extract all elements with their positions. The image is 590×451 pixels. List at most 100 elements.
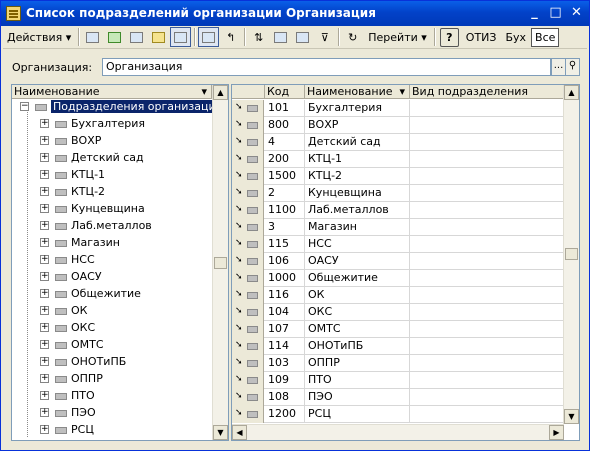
col-kind-header[interactable]: Вид подразделения [410,85,566,99]
table-row[interactable]: ➘ 115 НСС [232,236,566,253]
filter-value-icon[interactable] [270,27,291,47]
scroll-up-icon[interactable]: ▲ [564,85,579,100]
name-cell: НСС [305,236,410,253]
row-marker: ➘ [232,134,264,151]
row-marker: ➘ [232,253,264,270]
table-row[interactable]: ➘ 800 ВОХР [232,117,566,134]
all-button[interactable]: Все [531,27,560,47]
add-group-icon[interactable] [104,27,125,47]
table-row[interactable]: ➘ 114 ОНОТиПБ [232,338,566,355]
actions-menu[interactable]: Действия ▾ [3,28,75,47]
buh-button[interactable]: Бух [501,28,530,47]
tree-header[interactable]: Наименование ▾ [12,85,212,99]
name-cell: ПЭО [305,389,410,406]
table-row[interactable]: ➘ 1000 Общежитие [232,270,566,287]
name-cell: КТЦ-2 [305,168,410,185]
scroll-thumb[interactable] [565,248,578,260]
table-row[interactable]: ➘ 4 Детский сад [232,134,566,151]
delete-mark-icon[interactable] [148,27,169,47]
kind-cell [410,168,566,185]
expand-icon[interactable]: + [40,289,49,298]
code-cell: 1000 [265,270,305,287]
arrow-icon: ➘ [235,221,243,231]
minimize-button[interactable]: _ [525,4,544,23]
table-row[interactable]: ➘ 3 Магазин [232,219,566,236]
grid-scrollbar[interactable]: ▲ ▼ [563,85,579,424]
sort-icon[interactable]: ⇅ [248,27,269,47]
close-button[interactable]: ✕ [567,4,586,23]
collapse-icon[interactable]: − [20,102,29,111]
folder-icon [247,105,258,112]
folder-icon [55,324,67,332]
expand-icon[interactable]: + [40,255,49,264]
expand-icon[interactable]: + [40,391,49,400]
table-row[interactable]: ➘ 116 ОК [232,287,566,304]
expand-icon[interactable]: + [40,323,49,332]
expand-icon[interactable]: + [40,136,49,145]
expand-icon[interactable]: + [40,170,49,179]
expand-icon[interactable]: + [40,425,49,434]
tree-item-label: ОК [71,304,88,317]
table-row[interactable]: ➘ 1200 РСЦ [232,406,566,423]
title-bar[interactable]: Список подразделений организации Организ… [1,1,589,26]
scroll-down-icon[interactable]: ▼ [213,425,228,440]
scroll-down-icon[interactable]: ▼ [564,409,579,424]
table-row[interactable]: ➘ 1100 Лаб.металлов [232,202,566,219]
level-up-icon[interactable]: ↰ [220,27,241,47]
expand-icon[interactable]: + [40,306,49,315]
copy-icon[interactable] [126,27,147,47]
table-row[interactable]: ➘ 103 ОППР [232,355,566,372]
col-name-header[interactable]: Наименование ▾ [305,85,410,99]
code-cell: 2 [265,185,305,202]
hierarchy-icon[interactable] [198,27,220,47]
search-icon[interactable]: ⚲ [565,58,580,76]
table-row[interactable]: ➘ 1500 КТЦ-2 [232,168,566,185]
add-icon[interactable] [82,27,103,47]
scroll-up-icon[interactable]: ▲ [213,85,228,100]
scroll-right-icon[interactable]: ▶ [549,425,564,440]
name-cell: ВОХР [305,117,410,134]
expand-icon[interactable]: + [40,204,49,213]
col-code-header[interactable]: Код [265,85,305,99]
arrow-icon: ➘ [235,391,243,401]
otiz-button[interactable]: ОТИЗ [462,28,501,47]
expand-icon[interactable]: + [40,408,49,417]
expand-icon[interactable]: + [40,119,49,128]
filter-dropdown-icon[interactable] [292,27,313,47]
expand-icon[interactable]: + [40,221,49,230]
folder-icon [55,426,67,434]
help-button[interactable]: ? [439,27,459,47]
organization-field[interactable]: Организация [102,58,551,76]
scroll-left-icon[interactable]: ◀ [232,425,247,440]
table-row[interactable]: ➘ 104 ОКС [232,304,566,321]
select-button[interactable]: ... [551,58,566,76]
expand-icon[interactable]: + [40,272,49,281]
folder-icon [247,292,258,299]
expand-icon[interactable]: + [40,340,49,349]
table-row[interactable]: ➘ 101 Бухгалтерия [232,100,566,117]
table-row[interactable]: ➘ 108 ПЭО [232,389,566,406]
tree-scrollbar[interactable]: ▲ ▼ [212,85,228,440]
expand-icon[interactable]: + [40,374,49,383]
clear-filter-icon[interactable]: ⊽ [314,27,335,47]
expand-icon[interactable]: + [40,238,49,247]
maximize-button[interactable]: □ [546,4,565,23]
grid-hscrollbar[interactable]: ◀ ▶ [232,424,564,440]
code-cell: 103 [265,355,305,372]
name-cell: Детский сад [305,134,410,151]
table-row[interactable]: ➘ 2 Кунцевщина [232,185,566,202]
arrow-icon: ➘ [235,204,243,214]
refresh-icon[interactable]: ↻ [342,27,363,47]
table-row[interactable]: ➘ 106 ОАСУ [232,253,566,270]
expand-icon[interactable]: + [40,357,49,366]
toolbar-separator [338,28,340,46]
edit-icon[interactable] [170,27,192,47]
code-cell: 4 [265,134,305,151]
scroll-thumb[interactable] [214,257,227,269]
table-row[interactable]: ➘ 109 ПТО [232,372,566,389]
expand-icon[interactable]: + [40,187,49,196]
goto-menu[interactable]: Перейти ▾ [364,28,431,47]
table-row[interactable]: ➘ 107 ОМТС [232,321,566,338]
expand-icon[interactable]: + [40,153,49,162]
table-row[interactable]: ➘ 200 КТЦ-1 [232,151,566,168]
